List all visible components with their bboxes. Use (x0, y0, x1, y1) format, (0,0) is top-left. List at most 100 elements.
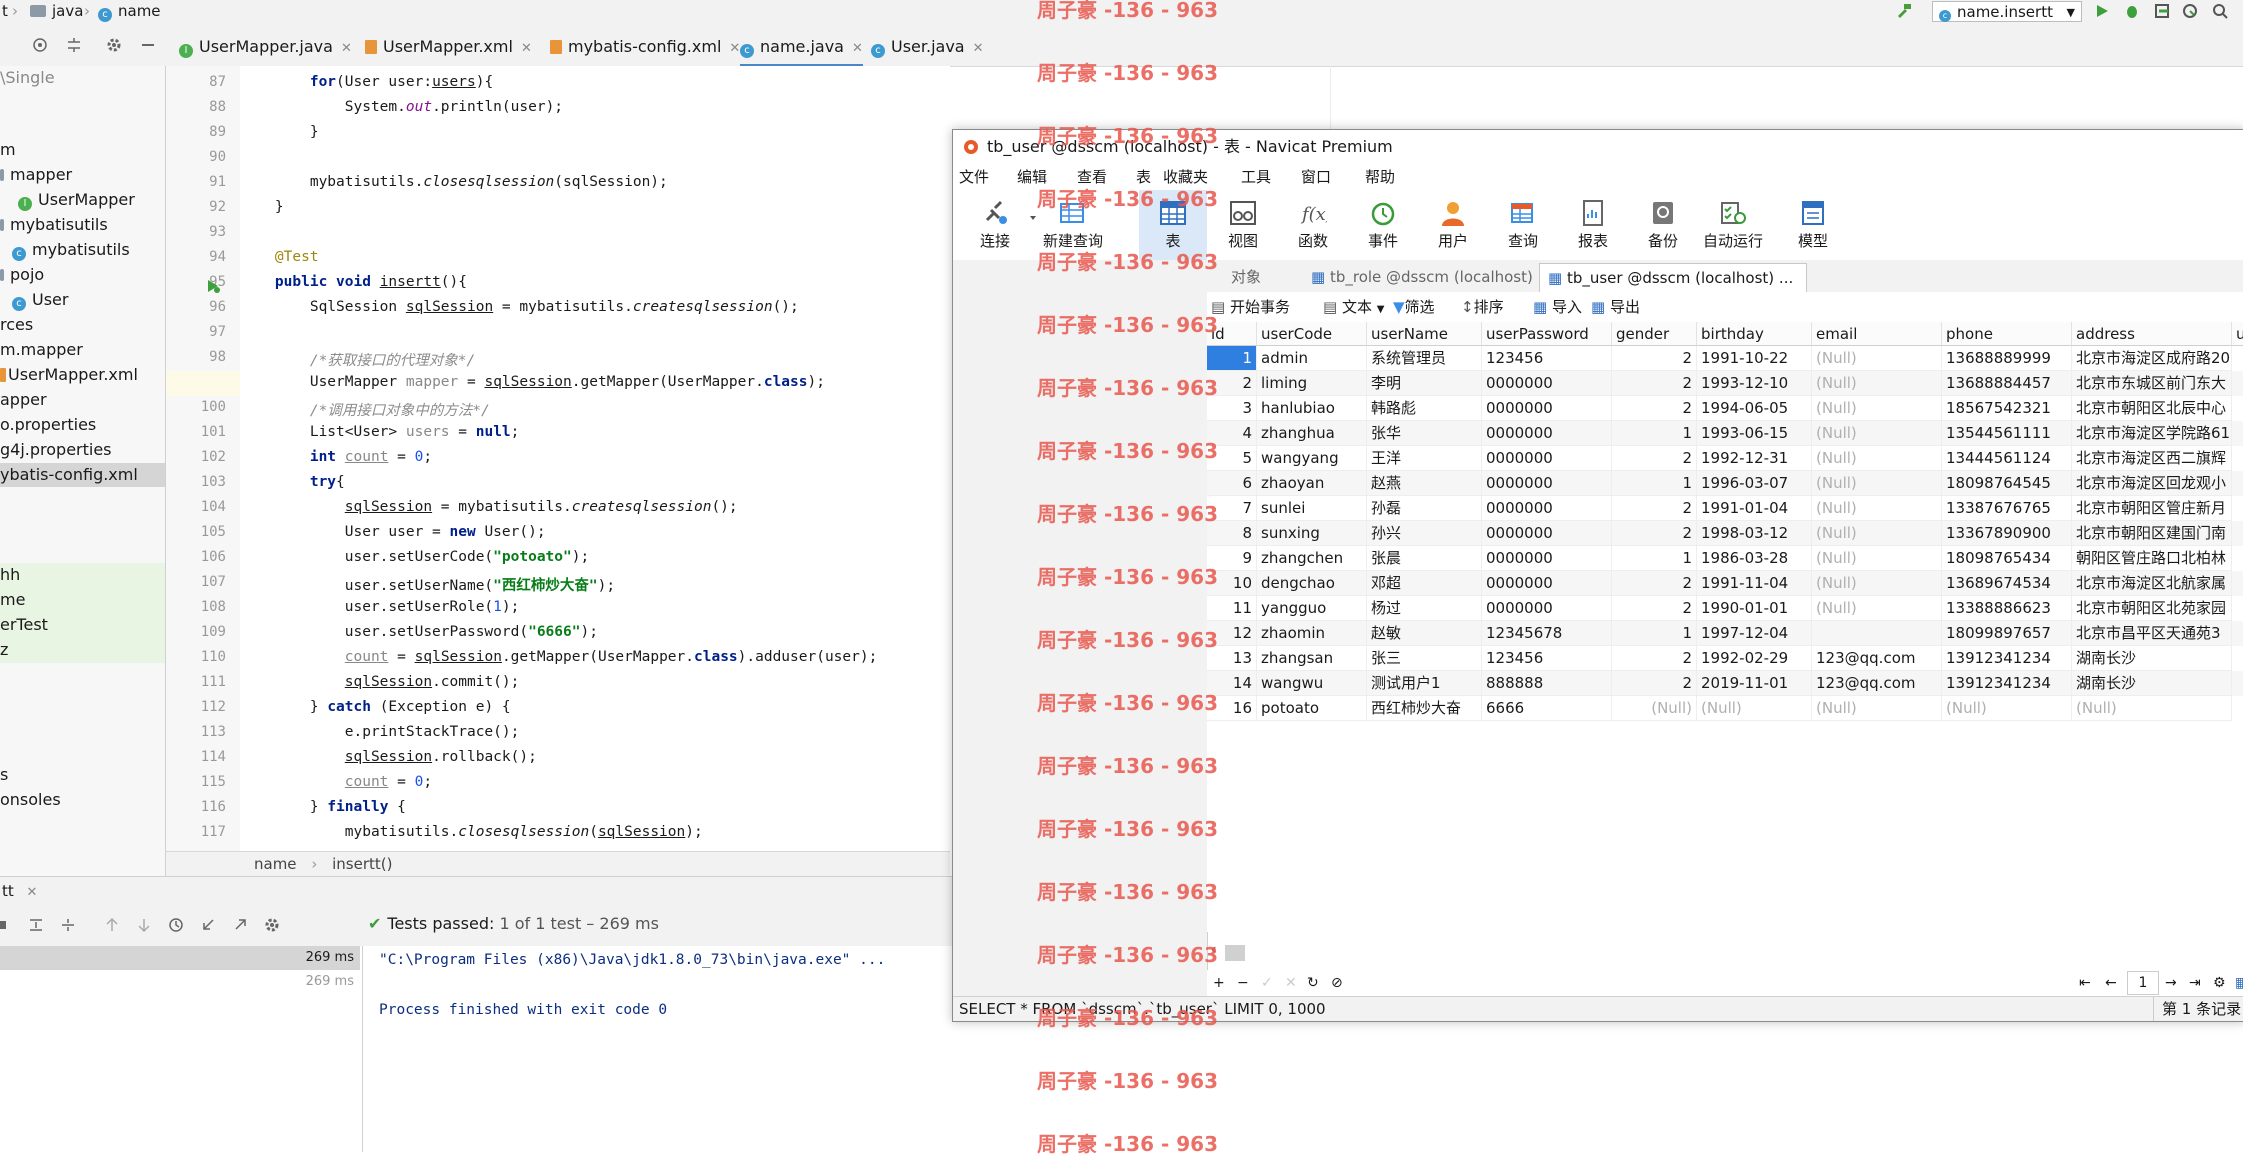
import-tests-icon[interactable] (200, 917, 216, 933)
tree-item-mapper-package[interactable]: mapper (0, 163, 72, 187)
delete-record-icon[interactable]: − (1237, 970, 1249, 996)
table-cell[interactable]: 13544561111 (1942, 421, 2072, 446)
table-cell[interactable]: 1997-12-04 (1697, 621, 1812, 646)
tree-item-hh[interactable]: hh (0, 563, 20, 587)
table-cell[interactable]: 1992-02-29 (1697, 646, 1812, 671)
table-cell[interactable]: 1 (1612, 621, 1697, 646)
tree-item-scratches[interactable]: s (0, 763, 8, 787)
breadcrumb-file[interactable]: c name (98, 2, 161, 22)
text-button[interactable]: ▤ 文本 ▼ (1323, 292, 1384, 325)
table-cell[interactable]: sunlei (1257, 496, 1367, 521)
collapse-all-icon[interactable] (66, 37, 82, 53)
schedule-button[interactable]: 自动运行 (1699, 190, 1767, 260)
table-cell[interactable]: 12345678 (1482, 621, 1612, 646)
table-row[interactable]: 10 dengchao 邓超 0000000 2 1991-11-04 (Null) 1368… (1207, 571, 2243, 596)
table-cell[interactable]: dengchao (1257, 571, 1367, 596)
table-row[interactable]: 12 zhaomin 赵敏 12345678 1 1997-12-04 1809989765… (1207, 621, 2243, 646)
backup-button[interactable]: 备份 (1629, 190, 1697, 260)
table-cell[interactable]: 6 (1207, 471, 1257, 496)
tree-item-usertest[interactable]: erTest (0, 613, 48, 637)
table-cell[interactable]: 北京市朝阳区建国门南 (2072, 521, 2232, 546)
table-cell[interactable]: 张三 (1367, 646, 1482, 671)
table-cell[interactable]: 13912341234 (1942, 646, 2072, 671)
tree-item-usermapper[interactable]: I UserMapper (18, 188, 135, 212)
table-cell[interactable]: 13367890900 (1942, 521, 2072, 546)
filter-button[interactable]: ▼筛选 (1393, 292, 1435, 322)
table-cell[interactable]: 0000000 (1482, 596, 1612, 621)
table-cell[interactable]: zhangsan (1257, 646, 1367, 671)
table-row[interactable]: 5 wangyang 王洋 0000000 2 1992-12-31 (Null) 13444… (1207, 446, 2243, 471)
view-button[interactable]: 视图 (1209, 190, 1277, 260)
crumb-method[interactable]: insertt() (332, 855, 392, 873)
discard-x-icon[interactable]: ✕ (1285, 970, 1297, 996)
table-cell[interactable]: 王洋 (1367, 446, 1482, 471)
run-test-gutter-icon[interactable] (205, 278, 221, 294)
close-icon[interactable]: ✕ (341, 41, 352, 56)
menu-help[interactable]: 帮助 (1365, 164, 1395, 190)
gear-icon[interactable]: ⚙ (2213, 970, 2226, 996)
table-cell[interactable]: (Null) (1812, 546, 1942, 571)
table-cell[interactable]: hanlubiao (1257, 396, 1367, 421)
table-cell[interactable]: 2 (1612, 646, 1697, 671)
table-cell[interactable]: 张华 (1367, 421, 1482, 446)
tree-item-mapper-folder[interactable]: m.mapper (0, 338, 83, 362)
tree-item-pojo-package[interactable]: pojo (0, 263, 44, 287)
table-cell[interactable]: zhanghua (1257, 421, 1367, 446)
query-button[interactable]: 查询 (1489, 190, 1557, 260)
export-tests-icon[interactable] (232, 917, 248, 933)
table-cell[interactable]: 1 (1612, 471, 1697, 496)
table-cell[interactable]: 11 (1207, 596, 1257, 621)
sort-button[interactable]: ↕排序 (1461, 292, 1504, 322)
table-cell[interactable]: 1991-10-22 (1697, 346, 1812, 371)
table-cell[interactable]: 孙兴 (1367, 521, 1482, 546)
column-header[interactable]: userPassword (1482, 322, 1612, 346)
table-cell[interactable]: 1990-01-01 (1697, 596, 1812, 621)
table-cell[interactable]: 2 (1612, 446, 1697, 471)
table-row[interactable]: 11 yangguo 杨过 0000000 2 1990-01-01 (Null) 13388… (1207, 596, 2243, 621)
table-cell[interactable]: yangguo (1257, 596, 1367, 621)
table-cell[interactable]: 赵燕 (1367, 471, 1482, 496)
table-cell[interactable]: 1996-03-07 (1697, 471, 1812, 496)
report-button[interactable]: 报表 (1559, 190, 1627, 260)
column-header[interactable]: userName (1367, 322, 1482, 346)
table-cell[interactable]: 0000000 (1482, 546, 1612, 571)
stop-icon[interactable] (0, 917, 10, 933)
menu-window[interactable]: 窗口 (1301, 164, 1331, 190)
menu-file[interactable]: 文件 (959, 164, 989, 190)
table-cell[interactable]: (Null) (1812, 371, 1942, 396)
table-cell[interactable]: 6666 (1482, 696, 1612, 721)
table-cell[interactable]: 0000000 (1482, 521, 1612, 546)
table-cell[interactable]: 2 (1612, 596, 1697, 621)
test-row[interactable]: 269 ms (0, 970, 360, 994)
column-header[interactable]: address (2072, 322, 2232, 346)
close-icon[interactable]: ✕ (729, 41, 740, 56)
tab-objects[interactable]: 对象 (1223, 263, 1309, 291)
table-cell[interactable]: 孙磊 (1367, 496, 1482, 521)
table-cell[interactable]: 2 (1612, 671, 1697, 696)
close-icon[interactable]: ✕ (852, 41, 863, 56)
table-cell[interactable]: 13444561124 (1942, 446, 2072, 471)
table-cell[interactable]: 18099897657 (1942, 621, 2072, 646)
table-cell[interactable]: 北京市海淀区学院路61 (2072, 421, 2232, 446)
table-cell[interactable]: (Null) (1697, 696, 1812, 721)
table-cell[interactable]: 13689674534 (1942, 571, 2072, 596)
table-cell[interactable]: 张晨 (1367, 546, 1482, 571)
table-cell[interactable]: 0000000 (1482, 571, 1612, 596)
tab-usermapper-xml[interactable]: UserMapper.xml ✕ (365, 36, 532, 64)
table-cell[interactable]: 123@qq.com (1812, 646, 1942, 671)
table-cell[interactable]: 1 (1612, 421, 1697, 446)
table-cell[interactable]: (Null) (1612, 696, 1697, 721)
table-cell[interactable]: 2 (1612, 496, 1697, 521)
search-everywhere-icon[interactable] (2212, 3, 2228, 19)
table-cell[interactable]: 北京市朝阳区管庄新月 (2072, 496, 2232, 521)
crumb-class[interactable]: name (254, 855, 297, 873)
grid-view-icon[interactable]: ▦ (2235, 970, 2243, 996)
tree-item-name[interactable]: me (0, 588, 25, 612)
table-cell[interactable]: zhaomin (1257, 621, 1367, 646)
tree-item-z[interactable]: z (0, 638, 8, 662)
history-clock-icon[interactable] (168, 917, 184, 933)
table-cell[interactable]: 18098764545 (1942, 471, 2072, 496)
table-cell[interactable]: (Null) (1812, 346, 1942, 371)
tree-item-resources[interactable]: rces (0, 313, 33, 337)
table-row[interactable]: 7 sunlei 孙磊 0000000 2 1991-01-04 (Null) 1338767… (1207, 496, 2243, 521)
